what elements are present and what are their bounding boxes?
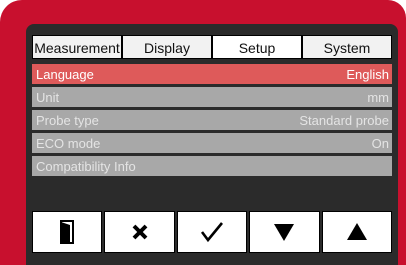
setting-row-unit[interactable]: Unit mm: [32, 87, 392, 107]
soft-key-bar: [32, 211, 393, 253]
tab-bar: Measurement Display Setup System: [32, 35, 392, 59]
setting-row-eco-mode[interactable]: ECO mode On: [32, 133, 392, 153]
down-button[interactable]: [249, 211, 320, 253]
tab-setup[interactable]: Setup: [212, 35, 302, 59]
setting-row-probe-type[interactable]: Probe type Standard probe: [32, 110, 392, 130]
exit-button[interactable]: [32, 211, 103, 253]
setting-value: On: [371, 135, 389, 151]
tab-system[interactable]: System: [302, 35, 392, 59]
cancel-button[interactable]: [104, 211, 175, 253]
up-button[interactable]: [321, 211, 393, 253]
setting-label: Unit: [36, 89, 60, 105]
settings-list: Language English Unit mm Probe type Stan…: [32, 64, 392, 179]
cancel-x-icon: [132, 224, 148, 240]
setting-label: Language: [36, 66, 94, 82]
arrow-down-icon: [274, 224, 295, 241]
setting-label: ECO mode: [36, 135, 101, 151]
exit-door-icon: [60, 220, 75, 244]
tab-measurement[interactable]: Measurement: [32, 35, 122, 59]
setting-row-language[interactable]: Language English: [32, 64, 392, 84]
confirm-button[interactable]: [176, 211, 248, 253]
confirm-check-icon: [200, 222, 224, 243]
device-housing: Measurement Display Setup System Languag…: [0, 0, 406, 265]
setting-value: mm: [367, 89, 389, 105]
setting-value: Standard probe: [299, 112, 389, 128]
setting-row-compatibility-info[interactable]: Compatibility Info: [32, 156, 392, 176]
tab-display[interactable]: Display: [122, 35, 212, 59]
setting-label: Probe type: [36, 112, 99, 128]
arrow-up-icon: [346, 223, 367, 240]
setting-label: Compatibility Info: [36, 158, 136, 174]
setting-value: English: [346, 66, 389, 82]
display-screen: Measurement Display Setup System Languag…: [26, 24, 398, 265]
